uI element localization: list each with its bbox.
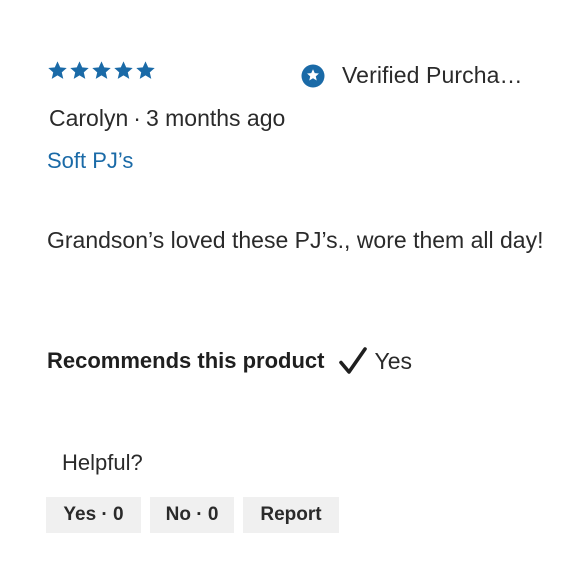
star-rating bbox=[47, 60, 156, 81]
verified-purchase-label: Verified Purcha… bbox=[342, 62, 523, 88]
helpful-label: Helpful? bbox=[62, 450, 143, 475]
helpful-no-button[interactable]: No · 0 bbox=[150, 497, 234, 533]
star-icon bbox=[48, 61, 67, 79]
star-icon bbox=[70, 61, 89, 79]
star-icon bbox=[136, 61, 155, 79]
report-button[interactable]: Report bbox=[243, 497, 339, 533]
helpful-yes-button[interactable]: Yes · 0 bbox=[46, 497, 141, 533]
recommendation-label: Recommends this product bbox=[47, 348, 325, 373]
feedback-buttons: Yes · 0 No · 0 Report bbox=[46, 497, 339, 533]
recommendation: Recommends this product Yes bbox=[47, 346, 412, 376]
checkmark-icon bbox=[339, 347, 368, 374]
review-body: Grandson’s loved these PJ’s., wore them … bbox=[47, 227, 544, 253]
star-icon bbox=[114, 61, 133, 79]
verified-star-icon bbox=[301, 64, 325, 87]
review-title: Soft PJ’s bbox=[47, 148, 134, 173]
review-date: 3 months ago bbox=[145, 105, 286, 131]
meta-separator: · bbox=[133, 105, 141, 131]
author-name: Carolyn bbox=[49, 105, 129, 131]
recommendation-value: Yes bbox=[374, 347, 413, 374]
review-meta: Carolyn · 3 months ago bbox=[49, 105, 285, 132]
review-card: Verified Purcha… Carolyn · 3 months ago So… bbox=[0, 0, 580, 580]
star-icon bbox=[92, 61, 111, 79]
verified-purchase-badge: Verified Purcha… bbox=[301, 62, 523, 89]
